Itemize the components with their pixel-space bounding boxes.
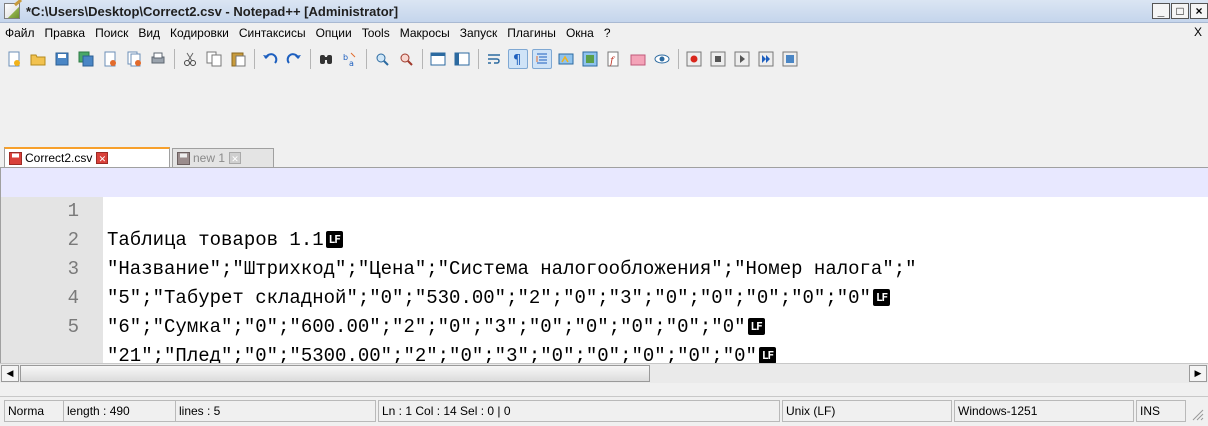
indent-guide-icon[interactable]: [532, 49, 552, 69]
save-macro-icon[interactable]: [780, 49, 800, 69]
editor-line[interactable]: 3 "5";"Табурет складной";"0";"530.00";"2…: [1, 226, 1208, 309]
paste-icon[interactable]: [228, 49, 248, 69]
horizontal-scrollbar[interactable]: ◀ ▶: [0, 363, 1208, 383]
notepad-plus-plus-window: *C:\Users\Desktop\Correct2.csv - Notepad…: [0, 0, 1208, 426]
toolbar-separator: [422, 49, 423, 69]
tab-label: Correct2.csv: [25, 151, 93, 165]
menu-help[interactable]: ?: [599, 26, 616, 40]
file-saved-state-icon: [177, 151, 190, 165]
find-icon[interactable]: [316, 49, 336, 69]
minimize-button[interactable]: _: [1152, 3, 1170, 19]
menu-encoding[interactable]: Кодировки: [165, 26, 234, 40]
close-icon[interactable]: [100, 49, 120, 69]
status-length: length : 490: [64, 400, 176, 422]
menu-bar: Файл Правка Поиск Вид Кодировки Синтакси…: [0, 23, 1208, 43]
new-file-icon[interactable]: [4, 49, 24, 69]
copy-icon[interactable]: [204, 49, 224, 69]
toolbar-separator: [678, 49, 679, 69]
menu-language[interactable]: Синтаксисы: [234, 26, 311, 40]
notepad-app-icon: [4, 3, 20, 19]
redo-icon[interactable]: [284, 49, 304, 69]
replace-icon[interactable]: ba: [340, 49, 360, 69]
tab-close-icon[interactable]: ✕: [229, 152, 242, 164]
status-lines: lines : 5: [176, 400, 376, 422]
title-bar: *C:\Users\Desktop\Correct2.csv - Notepad…: [0, 0, 1208, 23]
zoom-out-icon[interactable]: [396, 49, 416, 69]
window-controls: _ □ ×: [1151, 3, 1208, 19]
editor-line[interactable]: 4 "6";"Сумка";"0";"600.00";"2";"0";"3";"…: [1, 255, 1208, 338]
tab-correct2-csv[interactable]: Correct2.csv ✕: [4, 147, 170, 167]
play-macro-icon[interactable]: [732, 49, 752, 69]
status-encoding[interactable]: Windows-1251: [954, 400, 1134, 422]
menu-view[interactable]: Вид: [133, 26, 165, 40]
word-wrap-icon[interactable]: [484, 49, 504, 69]
scroll-right-arrow-icon[interactable]: ▶: [1189, 365, 1207, 382]
function-list-icon[interactable]: f: [604, 49, 624, 69]
record-macro-icon[interactable]: [684, 49, 704, 69]
line-text: "6";"Сумка";"0";"600.00";"2";"0";"3";"0"…: [107, 316, 746, 338]
tab-new-1[interactable]: new 1 ✕: [172, 148, 274, 167]
status-doc-type: Norma: [4, 400, 64, 422]
file-saved-state-icon: [9, 151, 22, 165]
resize-grip-icon[interactable]: [1190, 407, 1204, 421]
toolbar-separator: [478, 49, 479, 69]
save-all-icon[interactable]: [76, 49, 96, 69]
line-content: "6";"Сумка";"0";"600.00";"2";"0";"3";"0"…: [107, 313, 765, 342]
doc-map-icon[interactable]: [580, 49, 600, 69]
status-bar: Norma length : 490 lines : 5 Ln : 1 Col …: [0, 396, 1208, 425]
open-file-icon[interactable]: [28, 49, 48, 69]
toolbar-separator: [310, 49, 311, 69]
sync-vertical-icon[interactable]: [428, 49, 448, 69]
editor-line[interactable]: 5 "21";"Плед";"0";"5300.00";"2";"0";"3";…: [1, 284, 1208, 367]
toolbar-separator: [366, 49, 367, 69]
folder-workspace-icon[interactable]: [628, 49, 648, 69]
run-macro-multiple-icon[interactable]: [756, 49, 776, 69]
status-insert-mode: INS: [1136, 400, 1186, 422]
stop-macro-icon[interactable]: [708, 49, 728, 69]
close-document-x[interactable]: X: [1194, 25, 1202, 39]
status-cursor-position: Ln : 1 Col : 14 Sel : 0 | 0: [378, 400, 780, 422]
sync-horizontal-icon[interactable]: [452, 49, 472, 69]
line-number: 5: [67, 316, 79, 338]
print-icon[interactable]: [148, 49, 168, 69]
menu-plugins[interactable]: Плагины: [502, 26, 561, 40]
menu-run[interactable]: Запуск: [455, 26, 503, 40]
window-title: *C:\Users\Desktop\Correct2.csv - Notepad…: [26, 3, 399, 19]
show-all-chars-icon[interactable]: ¶: [508, 49, 528, 69]
svg-text:¶: ¶: [513, 53, 521, 66]
eol-marker: LF: [747, 318, 765, 335]
zoom-in-icon[interactable]: [372, 49, 392, 69]
eol-marker: LF: [758, 347, 777, 364]
tab-bar: Correct2.csv ✕ new 1 ✕: [0, 146, 1208, 168]
menu-file[interactable]: Файл: [0, 26, 40, 40]
undo-icon[interactable]: [260, 49, 280, 69]
tab-label: new 1: [193, 151, 226, 165]
save-icon[interactable]: [52, 49, 72, 69]
status-eol-format[interactable]: Unix (LF): [782, 400, 952, 422]
user-lang-icon[interactable]: [556, 49, 576, 69]
tab-close-icon[interactable]: ✕: [96, 152, 109, 164]
editor-line[interactable]: 1 Таблица товаров 1.1 LF: [1, 168, 1208, 251]
monitoring-icon[interactable]: [652, 49, 672, 69]
maximize-button[interactable]: □: [1171, 3, 1189, 19]
cut-icon[interactable]: [180, 49, 200, 69]
toolbar-separator: [254, 49, 255, 69]
editor-line[interactable]: 2 "Название";"Штрихкод";"Цена";"Система …: [1, 197, 1208, 280]
menu-macro[interactable]: Макросы: [395, 26, 455, 40]
toolbar: ba ¶ f: [0, 44, 1208, 74]
text-editor[interactable]: 1 Таблица товаров 1.1 LF 2 "Название";"Шт…: [0, 168, 1208, 367]
close-all-icon[interactable]: [124, 49, 144, 69]
close-button[interactable]: ×: [1190, 3, 1208, 19]
menu-edit[interactable]: Правка: [40, 26, 91, 40]
scroll-thumb[interactable]: [20, 365, 650, 382]
menu-tools[interactable]: Tools: [357, 26, 395, 40]
svg-text:a: a: [349, 59, 354, 67]
toolbar-separator: [174, 49, 175, 69]
menu-settings[interactable]: Опции: [311, 26, 357, 40]
scroll-left-arrow-icon[interactable]: ◀: [1, 365, 19, 382]
menu-window[interactable]: Окна: [561, 26, 599, 40]
menu-search[interactable]: Поиск: [90, 26, 133, 40]
svg-text:b: b: [343, 53, 348, 62]
